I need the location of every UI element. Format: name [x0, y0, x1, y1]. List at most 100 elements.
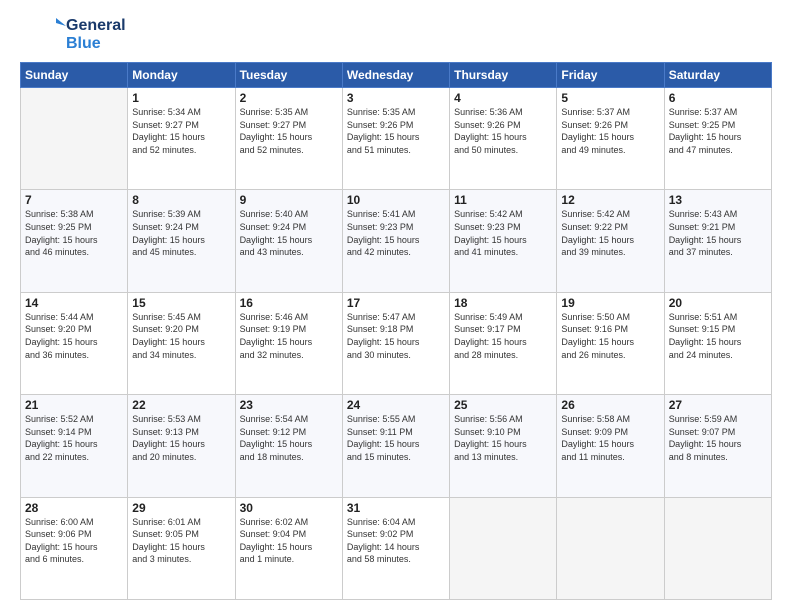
day-cell: 22Sunrise: 5:53 AMSunset: 9:13 PMDayligh… [128, 395, 235, 497]
col-header-saturday: Saturday [664, 63, 771, 88]
col-header-thursday: Thursday [450, 63, 557, 88]
col-header-friday: Friday [557, 63, 664, 88]
day-number: 5 [561, 91, 659, 105]
day-cell: 24Sunrise: 5:55 AMSunset: 9:11 PMDayligh… [342, 395, 449, 497]
day-cell: 11Sunrise: 5:42 AMSunset: 9:23 PMDayligh… [450, 190, 557, 292]
day-cell: 29Sunrise: 6:01 AMSunset: 9:05 PMDayligh… [128, 497, 235, 599]
day-cell: 30Sunrise: 6:02 AMSunset: 9:04 PMDayligh… [235, 497, 342, 599]
day-cell [664, 497, 771, 599]
day-info: Sunrise: 5:54 AMSunset: 9:12 PMDaylight:… [240, 413, 338, 463]
day-number: 10 [347, 193, 445, 207]
day-info: Sunrise: 5:58 AMSunset: 9:09 PMDaylight:… [561, 413, 659, 463]
day-number: 6 [669, 91, 767, 105]
day-cell: 27Sunrise: 5:59 AMSunset: 9:07 PMDayligh… [664, 395, 771, 497]
day-cell [21, 88, 128, 190]
calendar-table: SundayMondayTuesdayWednesdayThursdayFrid… [20, 62, 772, 600]
day-info: Sunrise: 5:50 AMSunset: 9:16 PMDaylight:… [561, 311, 659, 361]
logo: GeneralBlue [20, 16, 126, 54]
page: GeneralBlue SundayMondayTuesdayWednesday… [0, 0, 792, 612]
logo-icon [20, 16, 70, 54]
day-cell: 8Sunrise: 5:39 AMSunset: 9:24 PMDaylight… [128, 190, 235, 292]
day-info: Sunrise: 5:41 AMSunset: 9:23 PMDaylight:… [347, 208, 445, 258]
day-info: Sunrise: 5:53 AMSunset: 9:13 PMDaylight:… [132, 413, 230, 463]
day-info: Sunrise: 5:35 AMSunset: 9:27 PMDaylight:… [240, 106, 338, 156]
day-number: 11 [454, 193, 552, 207]
day-info: Sunrise: 6:01 AMSunset: 9:05 PMDaylight:… [132, 516, 230, 566]
day-number: 24 [347, 398, 445, 412]
day-info: Sunrise: 5:49 AMSunset: 9:17 PMDaylight:… [454, 311, 552, 361]
calendar-body: 1Sunrise: 5:34 AMSunset: 9:27 PMDaylight… [21, 88, 772, 600]
day-cell [450, 497, 557, 599]
day-number: 30 [240, 501, 338, 515]
day-cell: 28Sunrise: 6:00 AMSunset: 9:06 PMDayligh… [21, 497, 128, 599]
day-number: 21 [25, 398, 123, 412]
day-number: 27 [669, 398, 767, 412]
header-row: SundayMondayTuesdayWednesdayThursdayFrid… [21, 63, 772, 88]
day-info: Sunrise: 5:46 AMSunset: 9:19 PMDaylight:… [240, 311, 338, 361]
day-cell: 12Sunrise: 5:42 AMSunset: 9:22 PMDayligh… [557, 190, 664, 292]
day-cell: 2Sunrise: 5:35 AMSunset: 9:27 PMDaylight… [235, 88, 342, 190]
day-cell: 15Sunrise: 5:45 AMSunset: 9:20 PMDayligh… [128, 292, 235, 394]
day-number: 13 [669, 193, 767, 207]
week-row-1: 1Sunrise: 5:34 AMSunset: 9:27 PMDaylight… [21, 88, 772, 190]
day-number: 12 [561, 193, 659, 207]
day-cell: 25Sunrise: 5:56 AMSunset: 9:10 PMDayligh… [450, 395, 557, 497]
week-row-5: 28Sunrise: 6:00 AMSunset: 9:06 PMDayligh… [21, 497, 772, 599]
day-number: 20 [669, 296, 767, 310]
day-cell: 20Sunrise: 5:51 AMSunset: 9:15 PMDayligh… [664, 292, 771, 394]
day-number: 14 [25, 296, 123, 310]
day-number: 31 [347, 501, 445, 515]
day-cell: 21Sunrise: 5:52 AMSunset: 9:14 PMDayligh… [21, 395, 128, 497]
day-info: Sunrise: 5:56 AMSunset: 9:10 PMDaylight:… [454, 413, 552, 463]
day-info: Sunrise: 5:44 AMSunset: 9:20 PMDaylight:… [25, 311, 123, 361]
day-cell: 31Sunrise: 6:04 AMSunset: 9:02 PMDayligh… [342, 497, 449, 599]
day-number: 7 [25, 193, 123, 207]
week-row-2: 7Sunrise: 5:38 AMSunset: 9:25 PMDaylight… [21, 190, 772, 292]
day-number: 23 [240, 398, 338, 412]
day-info: Sunrise: 5:37 AMSunset: 9:25 PMDaylight:… [669, 106, 767, 156]
day-number: 28 [25, 501, 123, 515]
header: GeneralBlue [20, 16, 772, 54]
col-header-sunday: Sunday [21, 63, 128, 88]
day-info: Sunrise: 5:34 AMSunset: 9:27 PMDaylight:… [132, 106, 230, 156]
col-header-wednesday: Wednesday [342, 63, 449, 88]
day-cell: 16Sunrise: 5:46 AMSunset: 9:19 PMDayligh… [235, 292, 342, 394]
day-info: Sunrise: 5:35 AMSunset: 9:26 PMDaylight:… [347, 106, 445, 156]
day-number: 8 [132, 193, 230, 207]
day-cell: 5Sunrise: 5:37 AMSunset: 9:26 PMDaylight… [557, 88, 664, 190]
day-number: 25 [454, 398, 552, 412]
day-number: 19 [561, 296, 659, 310]
col-header-tuesday: Tuesday [235, 63, 342, 88]
day-number: 1 [132, 91, 230, 105]
day-cell: 9Sunrise: 5:40 AMSunset: 9:24 PMDaylight… [235, 190, 342, 292]
day-cell: 3Sunrise: 5:35 AMSunset: 9:26 PMDaylight… [342, 88, 449, 190]
day-cell: 4Sunrise: 5:36 AMSunset: 9:26 PMDaylight… [450, 88, 557, 190]
day-info: Sunrise: 5:42 AMSunset: 9:22 PMDaylight:… [561, 208, 659, 258]
day-number: 18 [454, 296, 552, 310]
day-number: 26 [561, 398, 659, 412]
day-info: Sunrise: 6:04 AMSunset: 9:02 PMDaylight:… [347, 516, 445, 566]
day-number: 2 [240, 91, 338, 105]
day-info: Sunrise: 5:52 AMSunset: 9:14 PMDaylight:… [25, 413, 123, 463]
logo-general: General [66, 17, 126, 35]
day-number: 4 [454, 91, 552, 105]
day-info: Sunrise: 5:37 AMSunset: 9:26 PMDaylight:… [561, 106, 659, 156]
day-cell: 10Sunrise: 5:41 AMSunset: 9:23 PMDayligh… [342, 190, 449, 292]
day-cell: 7Sunrise: 5:38 AMSunset: 9:25 PMDaylight… [21, 190, 128, 292]
day-number: 9 [240, 193, 338, 207]
day-info: Sunrise: 5:45 AMSunset: 9:20 PMDaylight:… [132, 311, 230, 361]
day-cell [557, 497, 664, 599]
day-cell: 17Sunrise: 5:47 AMSunset: 9:18 PMDayligh… [342, 292, 449, 394]
day-cell: 14Sunrise: 5:44 AMSunset: 9:20 PMDayligh… [21, 292, 128, 394]
day-number: 29 [132, 501, 230, 515]
calendar-header: SundayMondayTuesdayWednesdayThursdayFrid… [21, 63, 772, 88]
day-cell: 23Sunrise: 5:54 AMSunset: 9:12 PMDayligh… [235, 395, 342, 497]
day-info: Sunrise: 5:47 AMSunset: 9:18 PMDaylight:… [347, 311, 445, 361]
day-cell: 26Sunrise: 5:58 AMSunset: 9:09 PMDayligh… [557, 395, 664, 497]
logo-blue: Blue [66, 35, 126, 53]
day-info: Sunrise: 5:55 AMSunset: 9:11 PMDaylight:… [347, 413, 445, 463]
day-info: Sunrise: 5:36 AMSunset: 9:26 PMDaylight:… [454, 106, 552, 156]
day-info: Sunrise: 5:38 AMSunset: 9:25 PMDaylight:… [25, 208, 123, 258]
day-cell: 6Sunrise: 5:37 AMSunset: 9:25 PMDaylight… [664, 88, 771, 190]
day-info: Sunrise: 5:42 AMSunset: 9:23 PMDaylight:… [454, 208, 552, 258]
